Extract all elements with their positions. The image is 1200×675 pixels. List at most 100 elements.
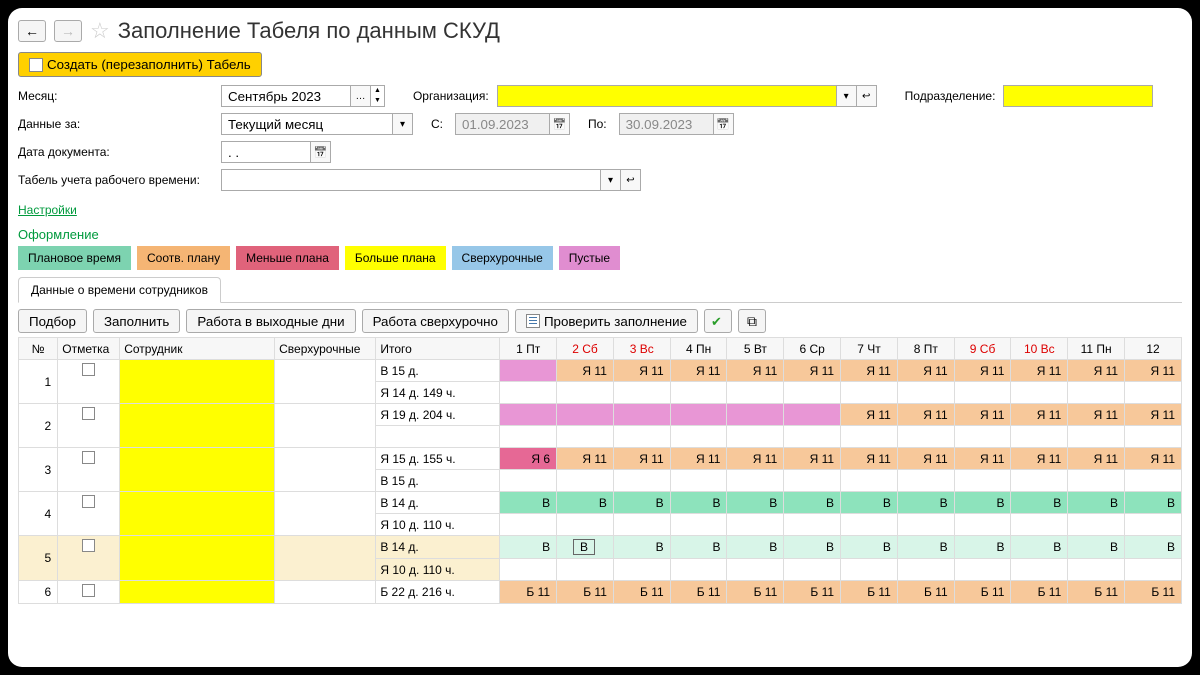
day-cell[interactable]: [613, 514, 670, 536]
day-cell[interactable]: Я 11: [784, 448, 841, 470]
col-day[interactable]: 10 Вс: [1011, 338, 1068, 360]
check-fill-button[interactable]: Проверить заполнение: [515, 309, 698, 333]
day-cell[interactable]: Я 11: [613, 448, 670, 470]
col-employee[interactable]: Сотрудник: [120, 338, 275, 360]
day-cell[interactable]: Я 11: [1125, 448, 1182, 470]
day-cell[interactable]: В: [557, 536, 614, 559]
date-from-calendar-button[interactable]: [550, 113, 570, 135]
col-day[interactable]: 12: [1125, 338, 1182, 360]
col-day[interactable]: 6 Ср: [784, 338, 841, 360]
day-cell[interactable]: Я 11: [841, 404, 898, 426]
day-cell[interactable]: В: [1125, 536, 1182, 559]
cell-employee[interactable]: [120, 448, 275, 492]
day-cell[interactable]: В: [613, 492, 670, 514]
day-cell[interactable]: Я 11: [613, 360, 670, 382]
col-day[interactable]: 4 Пн: [670, 338, 727, 360]
day-cell[interactable]: [670, 404, 727, 426]
day-cell[interactable]: В: [500, 492, 557, 514]
day-cell[interactable]: [954, 382, 1011, 404]
day-cell[interactable]: [897, 514, 954, 536]
day-cell[interactable]: Я 11: [1068, 448, 1125, 470]
cell-overtime[interactable]: [275, 492, 376, 536]
day-cell[interactable]: [1011, 382, 1068, 404]
table-row[interactable]: 1В 15 д.Я 11Я 11Я 11Я 11Я 11Я 11Я 11Я 11…: [19, 360, 1182, 382]
day-cell[interactable]: [500, 559, 557, 581]
day-cell[interactable]: В: [841, 536, 898, 559]
day-cell[interactable]: В: [784, 536, 841, 559]
cell-overtime[interactable]: [275, 536, 376, 581]
day-cell[interactable]: Я 11: [1011, 404, 1068, 426]
day-cell[interactable]: Б 11: [897, 581, 954, 604]
month-input[interactable]: [221, 85, 351, 107]
copy-button[interactable]: [738, 309, 766, 333]
day-cell[interactable]: [1011, 514, 1068, 536]
day-cell[interactable]: [841, 426, 898, 448]
day-cell[interactable]: Б 11: [670, 581, 727, 604]
create-timesheet-button[interactable]: Создать (перезаполнить) Табель: [18, 52, 262, 77]
check-all-button[interactable]: [704, 309, 732, 333]
day-cell[interactable]: Я 11: [727, 360, 784, 382]
checkbox-icon[interactable]: [82, 407, 95, 420]
weekend-work-button[interactable]: Работа в выходные дни: [186, 309, 355, 333]
day-cell[interactable]: [954, 514, 1011, 536]
day-cell[interactable]: [1011, 559, 1068, 581]
day-cell[interactable]: [954, 470, 1011, 492]
day-cell[interactable]: Я 6: [500, 448, 557, 470]
day-cell[interactable]: В: [1011, 492, 1068, 514]
day-cell[interactable]: [727, 382, 784, 404]
day-cell[interactable]: [557, 514, 614, 536]
cell-employee[interactable]: [120, 581, 275, 604]
day-cell[interactable]: [897, 559, 954, 581]
fill-button[interactable]: Заполнить: [93, 309, 180, 333]
checkbox-icon[interactable]: [82, 363, 95, 376]
day-cell[interactable]: [727, 426, 784, 448]
cell-overtime[interactable]: [275, 404, 376, 448]
cell-employee[interactable]: [120, 360, 275, 404]
subdiv-input[interactable]: [1003, 85, 1153, 107]
day-cell[interactable]: [1068, 470, 1125, 492]
checkbox-icon[interactable]: [82, 584, 95, 597]
day-cell[interactable]: Я 11: [1068, 360, 1125, 382]
col-mark[interactable]: Отметка: [58, 338, 120, 360]
day-cell[interactable]: В: [1011, 536, 1068, 559]
day-cell[interactable]: [1125, 382, 1182, 404]
table-row[interactable]: 5В 14 д.ВВВВВВВВВВВВ: [19, 536, 1182, 559]
day-cell[interactable]: [954, 426, 1011, 448]
day-cell[interactable]: Б 11: [1068, 581, 1125, 604]
table-row[interactable]: 2Я 19 д. 204 ч.Я 11Я 11Я 11Я 11Я 11Я 11: [19, 404, 1182, 426]
day-cell[interactable]: [1068, 426, 1125, 448]
day-cell[interactable]: Б 11: [784, 581, 841, 604]
timesheet-grid[interactable]: № Отметка Сотрудник Сверхурочные Итого 1…: [18, 337, 1182, 604]
day-cell[interactable]: [784, 382, 841, 404]
cell-mark[interactable]: [58, 492, 120, 536]
day-cell[interactable]: [784, 404, 841, 426]
col-day[interactable]: 11 Пн: [1068, 338, 1125, 360]
day-cell[interactable]: В: [784, 492, 841, 514]
table-row[interactable]: 3Я 15 д. 155 ч.Я 6Я 11Я 11Я 11Я 11Я 11Я …: [19, 448, 1182, 470]
checkbox-icon[interactable]: [82, 539, 95, 552]
cell-employee[interactable]: [120, 404, 275, 448]
select-button[interactable]: Подбор: [18, 309, 87, 333]
day-cell[interactable]: [897, 426, 954, 448]
col-day[interactable]: 7 Чт: [841, 338, 898, 360]
day-cell[interactable]: В: [670, 536, 727, 559]
day-cell[interactable]: [557, 470, 614, 492]
day-cell[interactable]: [613, 404, 670, 426]
cell-mark[interactable]: [58, 448, 120, 492]
day-cell[interactable]: [670, 426, 727, 448]
day-cell[interactable]: [727, 404, 784, 426]
day-cell[interactable]: В: [727, 492, 784, 514]
day-cell[interactable]: Я 11: [897, 448, 954, 470]
day-cell[interactable]: [670, 382, 727, 404]
day-cell[interactable]: [1011, 426, 1068, 448]
col-day[interactable]: 2 Сб: [557, 338, 614, 360]
cell-overtime[interactable]: [275, 448, 376, 492]
col-total[interactable]: Итого: [376, 338, 500, 360]
day-cell[interactable]: Б 11: [727, 581, 784, 604]
day-cell[interactable]: [1068, 382, 1125, 404]
col-overtime[interactable]: Сверхурочные: [275, 338, 376, 360]
table-row[interactable]: 4В 14 д.ВВВВВВВВВВВВ: [19, 492, 1182, 514]
doc-date-calendar-button[interactable]: [311, 141, 331, 163]
day-cell[interactable]: В: [1068, 536, 1125, 559]
day-cell[interactable]: Б 11: [1011, 581, 1068, 604]
